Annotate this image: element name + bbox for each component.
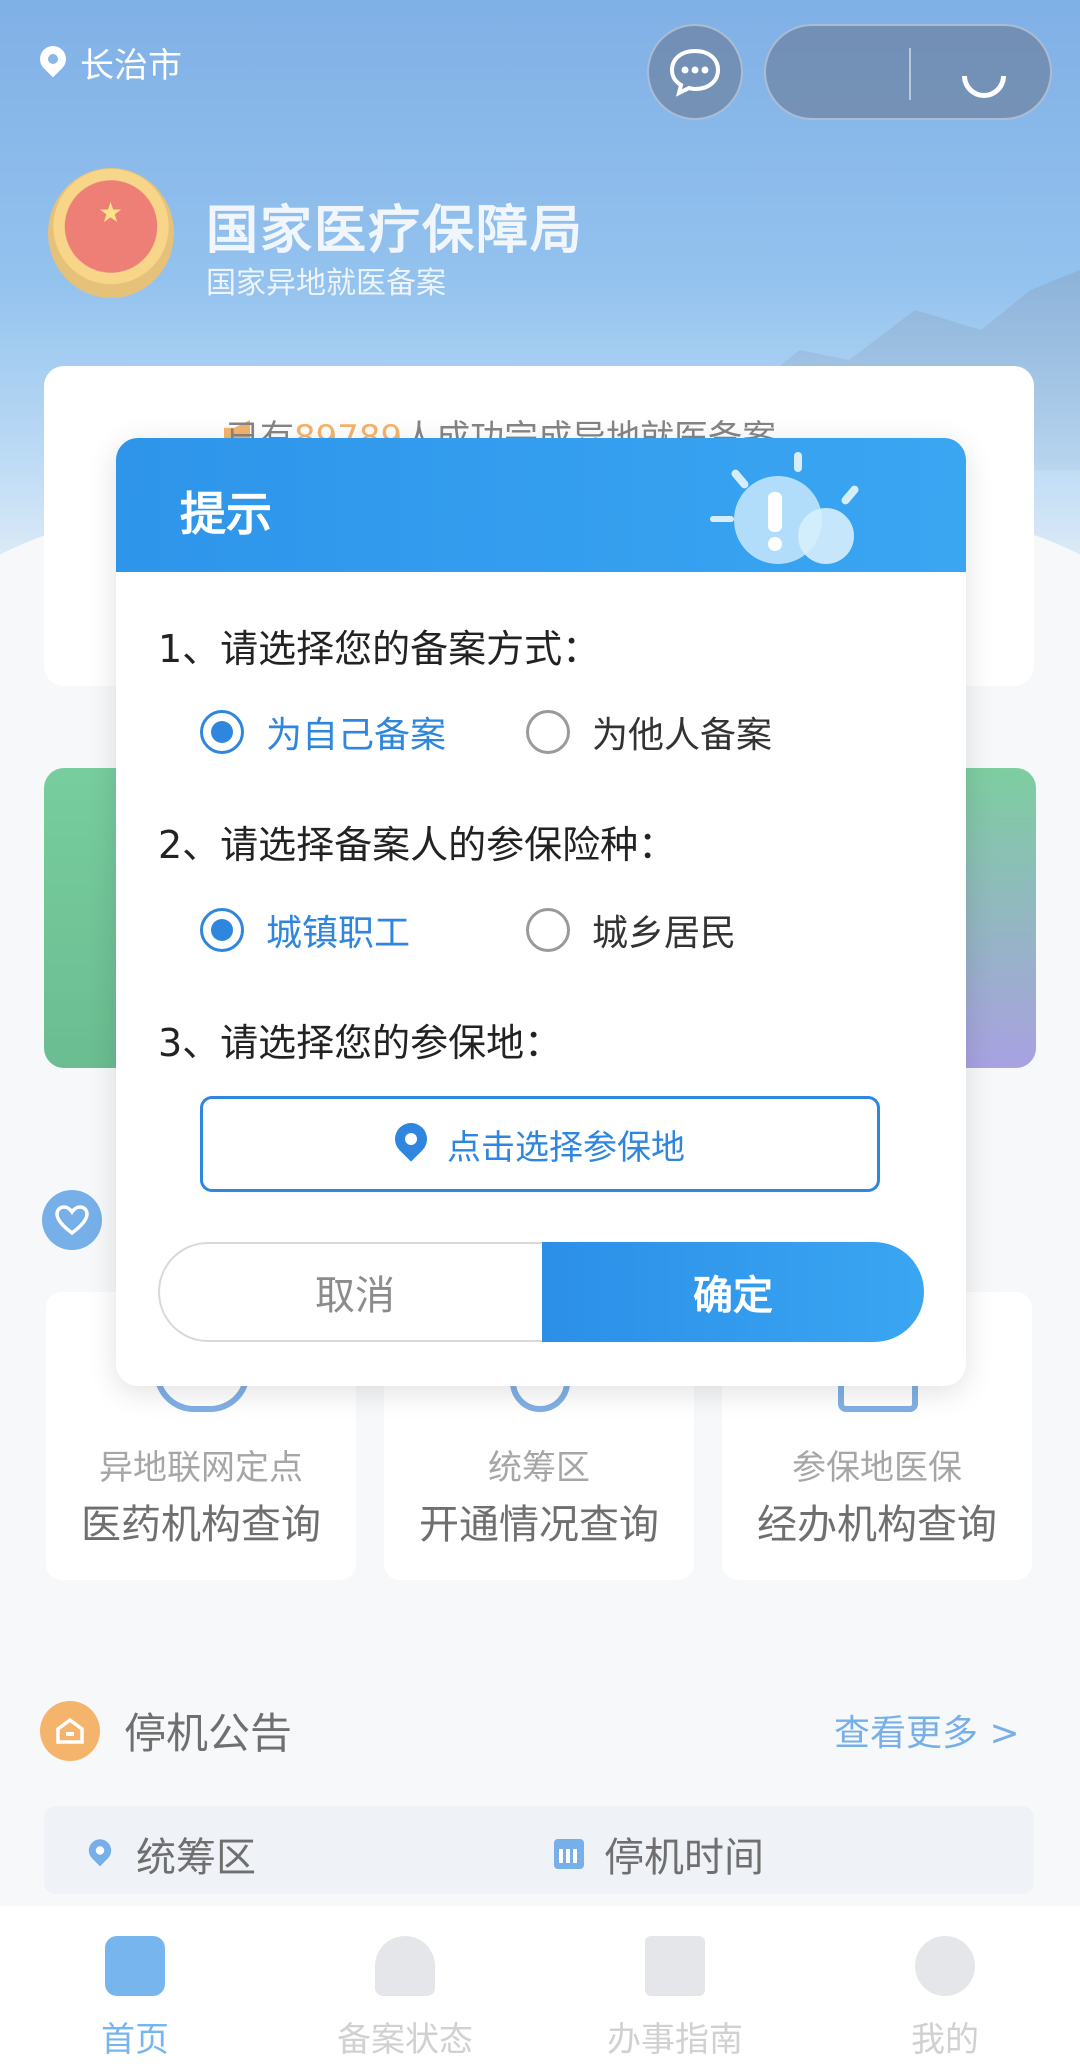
radio-checked-icon: [200, 710, 244, 754]
insurance-type-group: 城镇职工 城乡居民: [200, 904, 736, 956]
dialog-header: 提示: [116, 438, 966, 572]
dialog-title: 提示: [180, 487, 272, 541]
question-3: 3、请选择您的参保地：: [158, 1021, 563, 1065]
cancel-button[interactable]: 取消: [158, 1242, 550, 1342]
question-2: 2、请选择备案人的参保险种：: [158, 823, 677, 867]
radio-checked-icon: [200, 908, 244, 952]
filing-method-group: 为自己备案 为他人备案: [200, 706, 772, 758]
radio-unchecked-icon: [526, 908, 571, 952]
filing-dialog: 提示 1、请选择您的备案方式： 为自己备案 为他人备案 2、请选择备案人的参保险…: [116, 438, 966, 1386]
lightbulb-icon: [710, 452, 859, 564]
radio-unchecked-icon: [526, 710, 571, 754]
option-others[interactable]: 为他人备案: [526, 706, 772, 758]
select-insured-location-button[interactable]: 点击选择参保地: [200, 1096, 880, 1192]
option-urban-rural-resident[interactable]: 城乡居民: [526, 904, 736, 956]
confirm-button[interactable]: 确定: [542, 1242, 924, 1342]
option-urban-employee[interactable]: 城镇职工: [200, 904, 410, 956]
location-pin-icon: [395, 1123, 427, 1165]
option-self[interactable]: 为自己备案: [200, 706, 446, 758]
question-1: 1、请选择您的备案方式：: [158, 627, 601, 671]
